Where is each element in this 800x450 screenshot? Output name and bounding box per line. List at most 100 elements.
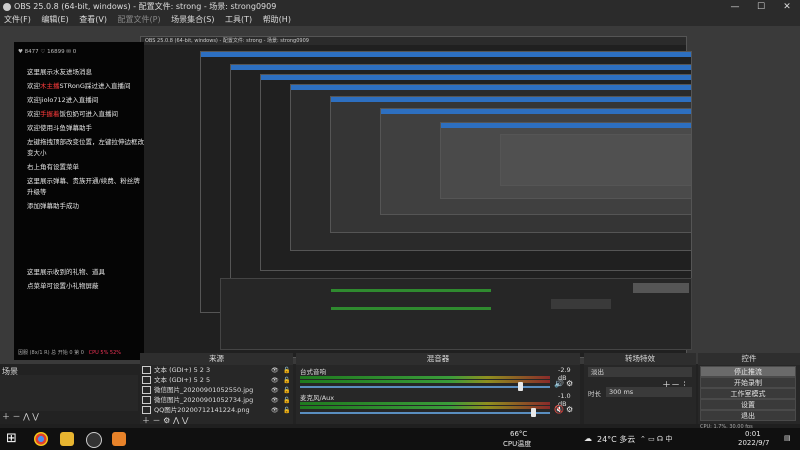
volume-meter [300, 402, 550, 405]
cpu-temp-label: CPU温度 [503, 440, 532, 448]
volume-slider-handle[interactable] [530, 408, 536, 417]
file-explorer-icon[interactable] [60, 432, 74, 446]
remove-scene-icon[interactable]: － [13, 412, 21, 421]
chat-line: 欢迎jiolo712进入直播间 [27, 96, 99, 104]
source-item[interactable]: 微信图片_20200901052550.jpg 👁 🔓 [142, 386, 290, 395]
menu-help[interactable]: 帮助(H) [263, 14, 291, 26]
lock-icon[interactable]: 🔓 [283, 386, 290, 395]
obs-logo-icon [3, 3, 11, 11]
visibility-icon[interactable]: 👁 [271, 396, 279, 405]
chat-line: 这里展示弹幕、贵族开通/续费、粉丝牌 [27, 177, 140, 185]
move-down-icon[interactable]: ⋁ [32, 412, 39, 421]
lock-icon[interactable]: 🔓 [283, 376, 290, 385]
volume-slider-track[interactable] [300, 412, 550, 414]
chat-line: 欢迎木主播STRonG踩过进入直播间 [27, 82, 131, 90]
chat-line: 变大小 [27, 149, 47, 157]
mixer-dock-title: 混音器 [296, 353, 580, 365]
gear-icon[interactable]: ⚙ [566, 405, 573, 414]
volume-slider-track[interactable] [300, 386, 550, 388]
title-bar: OBS 25.0.8 (64-bit, windows) - 配置文件: str… [0, 0, 800, 14]
controls-dock: 控件 停止推流 开始录制 工作室模式 设置 退出 [698, 353, 800, 424]
chat-line: 添加弹幕助手成功 [27, 202, 79, 210]
gear-icon[interactable]: ⚙ [566, 379, 573, 388]
mixer-channel-name: 台式音响 [300, 368, 326, 376]
mixer-dock: 混音器 台式音响 -2.9 dB 🔊 ⚙ 麦克风/Aux -1.0 dB 🔇 ⚙ [296, 353, 580, 424]
visibility-icon[interactable]: 👁 [271, 366, 279, 375]
app-taskbar-icon[interactable] [112, 432, 126, 446]
lock-icon[interactable]: 🔓 [283, 406, 290, 415]
chat-footer: 因服 (8x/1 R) 总 开始 0 第 0 CPU 5% 52% [18, 350, 122, 356]
source-item[interactable]: 微信图片_20200901052734.jpg 👁 🔓 [142, 396, 290, 405]
menu-tools[interactable]: 工具(T) [225, 14, 252, 26]
transitions-dock: 转场特效 淡出 ＋－⋮ 时长 300 ms [584, 353, 696, 424]
menu-profile[interactable]: 配置文件(P) [118, 14, 161, 26]
source-item[interactable]: 文本 (GDI+) 5 2 3 👁 🔓 [142, 366, 290, 375]
source-item[interactable]: 文本 (GDI+) 5 2 5 👁 🔓 [142, 376, 290, 385]
weather-icon: ☁ [584, 434, 592, 443]
chat-line: 升级等 [27, 188, 47, 196]
chat-line: 点菜单可设置小礼物屏蔽 [27, 282, 99, 290]
chat-line: 欢迎手握着饭包奶可进入直播间 [27, 110, 118, 118]
chat-line: 这里展示水友进场消息 [27, 68, 92, 76]
obs-taskbar-icon[interactable] [86, 432, 102, 448]
volume-slider-handle[interactable] [518, 382, 523, 391]
notification-icon[interactable]: ▤ [784, 434, 791, 442]
chrome-icon[interactable] [34, 432, 48, 446]
sources-dock: 来源 文本 (GDI+) 5 2 3 👁 🔓 文本 (GDI+) 5 2 5 👁 🔓 微… [140, 353, 293, 425]
studio-mode-button[interactable]: 工作室模式 [700, 388, 796, 399]
duration-input[interactable]: 300 ms [606, 387, 692, 397]
scenes-toolbar: ＋ － ⋀ ⋁ [2, 411, 39, 422]
chat-line: 右上角有设置菜单 [27, 163, 79, 171]
source-item[interactable]: QQ图片20200712141224.png 👁 🔓 [142, 406, 290, 415]
menu-edit[interactable]: 编辑(E) [41, 14, 68, 26]
volume-meter [300, 380, 550, 383]
menu-scene-collection[interactable]: 场景集合(S) [171, 14, 214, 26]
speaker-icon[interactable]: 🔊 [554, 379, 564, 388]
cpu-temp: 66°C [510, 430, 528, 438]
speaker-muted-icon[interactable]: 🔇 [554, 405, 564, 414]
windows-start-icon[interactable]: ⊞ [6, 431, 20, 446]
menu-file[interactable]: 文件(F) [4, 14, 31, 26]
text-icon [142, 366, 151, 374]
nested-obs-window-9 [500, 134, 692, 186]
image-icon [142, 406, 151, 414]
stop-streaming-button[interactable]: 停止推流 [700, 366, 796, 377]
chat-stats: ♥ 8477 ♡ 16899 ✉ 0 [18, 49, 77, 55]
exit-button[interactable]: 退出 [700, 410, 796, 421]
nested-window-title: OBS 25.0.8 (64-bit, windows) - 配置文件: str… [145, 38, 309, 44]
visibility-icon[interactable]: 👁 [271, 376, 279, 385]
start-recording-button[interactable]: 开始录制 [700, 377, 796, 388]
volume-meter [300, 376, 550, 379]
clock-date[interactable]: 2022/9/7 [738, 439, 769, 447]
menu-bar: 文件(F) 编辑(E) 查看(V) 配置文件(P) 场景集合(S) 工具(T) … [0, 14, 800, 26]
nested-mixer-dock [220, 278, 692, 350]
weather-text[interactable]: 24°C 多云 [597, 434, 635, 445]
lock-icon[interactable]: 🔓 [283, 366, 290, 375]
chat-line: 左键拖拽顶部改变位置，左键拉伸边框改 [27, 138, 144, 146]
window-title: OBS 25.0.8 (64-bit, windows) - 配置文件: str… [14, 2, 277, 11]
volume-meter [300, 406, 550, 409]
visibility-icon[interactable]: 👁 [271, 386, 279, 395]
text-icon [142, 376, 151, 384]
close-button[interactable]: ✕ [774, 0, 800, 14]
settings-button[interactable]: 设置 [700, 399, 796, 410]
controls-dock-title: 控件 [698, 353, 800, 365]
tray-icons[interactable]: ⌃ ▭ ☊ 中 [640, 434, 672, 444]
scenes-list[interactable] [0, 375, 138, 411]
mixer-channel-name: 麦克风/Aux [300, 394, 335, 402]
visibility-icon[interactable]: 👁 [271, 406, 279, 415]
maximize-button[interactable]: ☐ [748, 0, 774, 14]
minimize-button[interactable]: — [722, 0, 748, 14]
chat-line: 欢迎使用斗鱼弹幕助手 [27, 124, 92, 132]
duration-label: 时长 [588, 390, 601, 398]
menu-view[interactable]: 查看(V) [79, 14, 107, 26]
clock-time[interactable]: 0:01 [745, 430, 761, 438]
chat-line: 这里展示收到的礼物、道具 [27, 268, 105, 276]
add-scene-icon[interactable]: ＋ [2, 412, 10, 421]
lock-icon[interactable]: 🔓 [283, 396, 290, 405]
sources-dock-title: 来源 [140, 353, 293, 365]
move-up-icon[interactable]: ⋀ [23, 412, 30, 421]
transition-type-select[interactable]: 淡出 [588, 367, 692, 377]
windows-taskbar: ⊞ 66°C CPU温度 ☁ 24°C 多云 ⌃ ▭ ☊ 中 0:01 2022… [0, 428, 800, 450]
danmaku-chat-overlay: ♥ 8477 ♡ 16899 ✉ 0 这里展示水友进场消息 欢迎木主播STRon… [14, 42, 144, 360]
